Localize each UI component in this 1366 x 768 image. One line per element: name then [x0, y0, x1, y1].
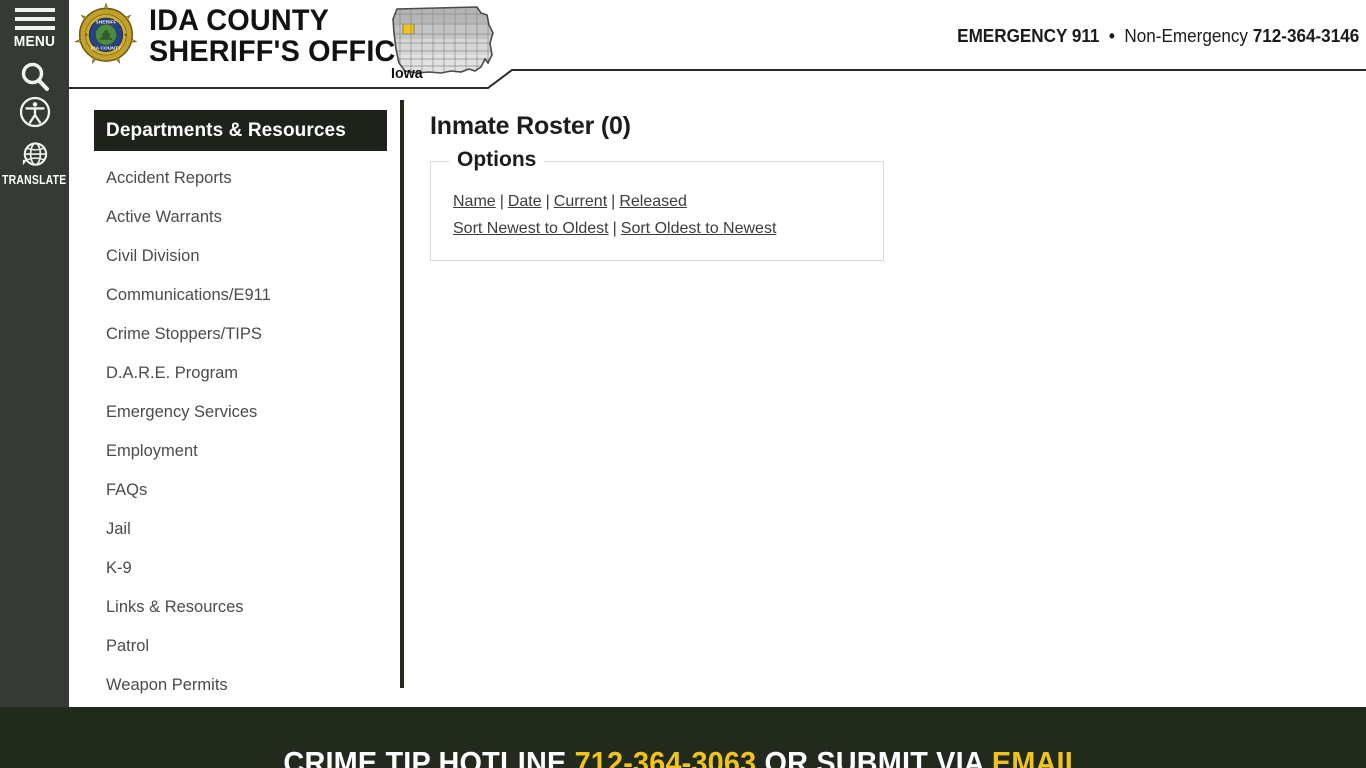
- footer-text-middle: OR SUBMIT VIA: [756, 745, 992, 768]
- svg-text:IDA COUNTY: IDA COUNTY: [91, 46, 122, 52]
- non-emergency-label: Non-Emergency: [1124, 26, 1248, 46]
- footer-hotline-phone[interactable]: 712-364-3063: [575, 745, 757, 768]
- options-legend: Options: [449, 148, 545, 172]
- crime-tip-hotline-banner: CRIME TIP HOTLINE 712-364-3063 OR SUBMIT…: [48, 745, 1318, 768]
- sidebar-item-emergency-services[interactable]: Emergency Services: [94, 393, 387, 432]
- sidebar-item-jail[interactable]: Jail: [94, 510, 387, 549]
- options-fieldset: Options Name | Date | Current | Released Sort …: [430, 148, 884, 261]
- emergency-label: EMERGENCY 911: [956, 26, 1100, 46]
- footer-email-link[interactable]: EMAIL: [992, 745, 1083, 768]
- emergency-separator: •: [1108, 26, 1115, 46]
- translate-label: TRANSLATE: [2, 172, 67, 187]
- site-footer: CRIME TIP HOTLINE 712-364-3063 OR SUBMIT…: [0, 707, 1366, 768]
- filter-separator-1: |: [499, 193, 504, 210]
- sidebar-item-civil-division[interactable]: Civil Division: [94, 237, 387, 276]
- sidebar-list: Accident Reports Active Warrants Civil D…: [94, 159, 387, 705]
- brand-block[interactable]: SHERIFF IDA COUNTY IDA COUNTY SHERIFF'S …: [75, 2, 426, 70]
- sort-link-newest-to-oldest[interactable]: Sort Newest to Oldest: [453, 220, 609, 237]
- hamburger-icon: [14, 8, 55, 30]
- main-content: Inmate Roster (0) Options Name | Date | Curr…: [430, 112, 900, 261]
- sidebar-item-faqs[interactable]: FAQs: [94, 471, 387, 510]
- search-button[interactable]: [0, 60, 69, 94]
- brand-title-line2: SHERIFF'S OFFICE: [149, 35, 415, 68]
- menu-toggle-button[interactable]: MENU: [0, 8, 69, 50]
- sort-separator-1: |: [612, 220, 617, 237]
- search-icon: [21, 62, 49, 91]
- sidebar-item-k9[interactable]: K-9: [94, 549, 387, 588]
- content-divider: [400, 100, 404, 688]
- options-filter-row: Name | Date | Current | Released: [453, 188, 883, 215]
- sidebar-heading: Departments & Resources: [94, 110, 387, 151]
- site-header: SHERIFF IDA COUNTY IDA COUNTY SHERIFF'S …: [69, 0, 1366, 92]
- filter-separator-2: |: [545, 193, 550, 210]
- map-label: Iowa: [391, 65, 423, 82]
- sidebar-item-patrol[interactable]: Patrol: [94, 627, 387, 666]
- sort-link-oldest-to-newest[interactable]: Sort Oldest to Newest: [621, 220, 777, 237]
- sidebar-item-dare-program[interactable]: D.A.R.E. Program: [94, 354, 387, 393]
- page-root: MENU TRANSLATE SHERIFF IDA COUNTY IDA CO…: [0, 0, 1366, 768]
- menu-label: MENU: [13, 33, 56, 50]
- options-sort-row: Sort Newest to Oldest | Sort Oldest to New…: [453, 215, 883, 242]
- filter-link-current[interactable]: Current: [554, 193, 607, 210]
- sidebar-item-accident-reports[interactable]: Accident Reports: [94, 159, 387, 198]
- svg-text:SHERIFF: SHERIFF: [95, 20, 116, 26]
- translate-globe-icon: [22, 142, 48, 166]
- accessibility-button[interactable]: [0, 96, 69, 128]
- filter-separator-3: |: [611, 193, 616, 210]
- non-emergency-phone[interactable]: 712-364-3146: [1252, 26, 1359, 46]
- brand-title-line1: IDA COUNTY: [149, 4, 330, 37]
- sidebar-item-crime-stoppers-tips[interactable]: Crime Stoppers/TIPS: [94, 315, 387, 354]
- footer-text-before: CRIME TIP HOTLINE: [283, 745, 575, 768]
- filter-link-date[interactable]: Date: [508, 193, 542, 210]
- accessibility-icon: [19, 96, 50, 128]
- sidebar-item-employment[interactable]: Employment: [94, 432, 387, 471]
- emergency-contact-bar: EMERGENCY 911 • Non-Emergency 712-364-3146: [957, 26, 1359, 47]
- sidebar-item-active-warrants[interactable]: Active Warrants: [94, 198, 387, 237]
- brand-title-block: IDA COUNTY SHERIFF'S OFFICE: [149, 5, 426, 67]
- departments-sidebar: Departments & Resources Accident Reports…: [94, 110, 387, 705]
- sheriff-star-badge-icon: SHERIFF IDA COUNTY: [75, 2, 137, 65]
- filter-link-name[interactable]: Name: [453, 193, 496, 210]
- sidebar-item-links-resources[interactable]: Links & Resources: [94, 588, 387, 627]
- filter-link-released[interactable]: Released: [619, 193, 687, 210]
- page-title: Inmate Roster (0): [430, 112, 631, 140]
- sidebar-item-communications-e911[interactable]: Communications/E911: [94, 276, 387, 315]
- left-rail: MENU TRANSLATE: [0, 0, 69, 707]
- translate-button[interactable]: TRANSLATE: [0, 140, 69, 187]
- sidebar-item-weapon-permits[interactable]: Weapon Permits: [94, 666, 387, 705]
